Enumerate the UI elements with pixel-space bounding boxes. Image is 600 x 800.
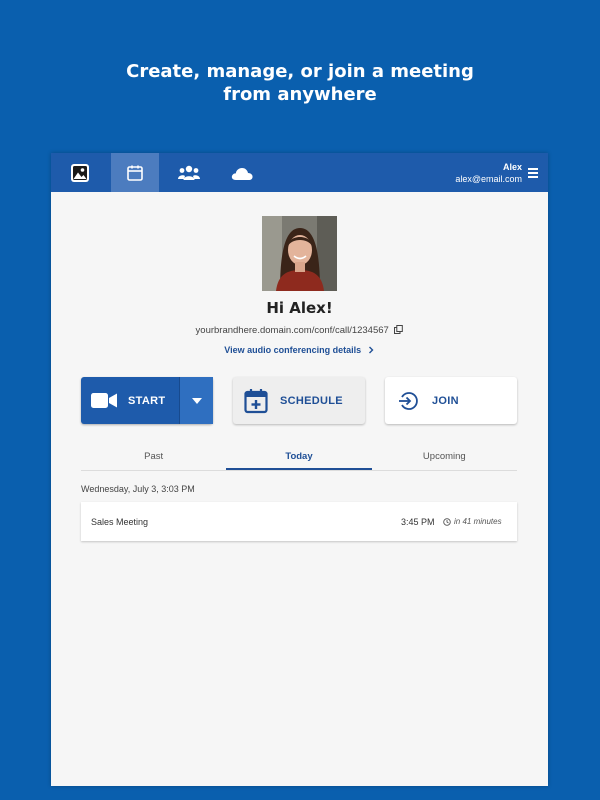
copy-icon[interactable]	[394, 325, 404, 334]
agenda-date: Wednesday, July 3, 3:03 PM	[81, 484, 195, 494]
nav-item-cloud[interactable]	[218, 153, 266, 192]
meeting-url-row: yourbrandhere.domain.com/conf/call/12345…	[51, 325, 548, 336]
user-info[interactable]: Alex alex@email.com	[455, 161, 522, 185]
audio-details-label: View audio conferencing details	[224, 345, 362, 355]
meeting-url: yourbrandhere.domain.com/conf/call/12345…	[195, 325, 389, 336]
nav-item-calendar[interactable]	[111, 153, 159, 192]
meeting-time: 3:45 PM	[401, 517, 435, 527]
calendar-icon	[127, 165, 143, 181]
start-button-group: START	[81, 377, 213, 424]
meeting-countdown: in 41 minutes	[443, 517, 502, 526]
contacts-icon	[178, 165, 200, 180]
caret-down-icon	[191, 397, 202, 404]
schedule-button[interactable]: SCHEDULE	[233, 377, 365, 424]
headline: Create, manage, or join a meeting from a…	[0, 60, 600, 106]
start-label: START	[128, 394, 166, 407]
user-name: Alex	[502, 162, 522, 172]
top-bar: Alex alex@email.com	[51, 153, 548, 192]
meeting-relative-time: in 41 minutes	[454, 517, 502, 526]
meeting-list-item[interactable]: Sales Meeting 3:45 PM in 41 minutes	[81, 502, 517, 541]
tab-past[interactable]: Past	[81, 445, 226, 470]
start-options-dropdown[interactable]	[179, 377, 213, 424]
meeting-tabs: Past Today Upcoming	[81, 445, 517, 471]
join-button[interactable]: JOIN	[385, 377, 517, 424]
calendar-add-icon	[244, 388, 268, 413]
tab-upcoming[interactable]: Upcoming	[372, 445, 517, 470]
app-window: Alex alex@email.com Hi Alex! yourbrandhe…	[51, 153, 548, 786]
audio-details-link[interactable]: View audio conferencing details	[51, 345, 548, 355]
headline-line-2: from anywhere	[223, 84, 377, 105]
cloud-icon	[231, 167, 253, 180]
nav-item-gallery[interactable]	[56, 153, 104, 192]
sign-in-icon	[399, 391, 418, 410]
image-icon	[71, 163, 89, 182]
join-label: JOIN	[432, 394, 459, 407]
greeting: Hi Alex!	[266, 299, 333, 317]
avatar	[262, 216, 337, 291]
clock-icon	[443, 517, 451, 526]
headline-line-1: Create, manage, or join a meeting	[126, 61, 474, 82]
menu-icon[interactable]	[528, 168, 538, 180]
chevron-right-icon	[368, 346, 374, 354]
profile-photo	[262, 216, 337, 291]
user-email: alex@email.com	[455, 174, 522, 184]
start-button[interactable]: START	[81, 377, 179, 424]
meeting-title: Sales Meeting	[91, 517, 149, 527]
tab-today[interactable]: Today	[226, 445, 372, 470]
schedule-label: SCHEDULE	[280, 394, 343, 407]
nav-item-contacts[interactable]	[165, 153, 213, 192]
video-camera-icon	[91, 393, 117, 408]
